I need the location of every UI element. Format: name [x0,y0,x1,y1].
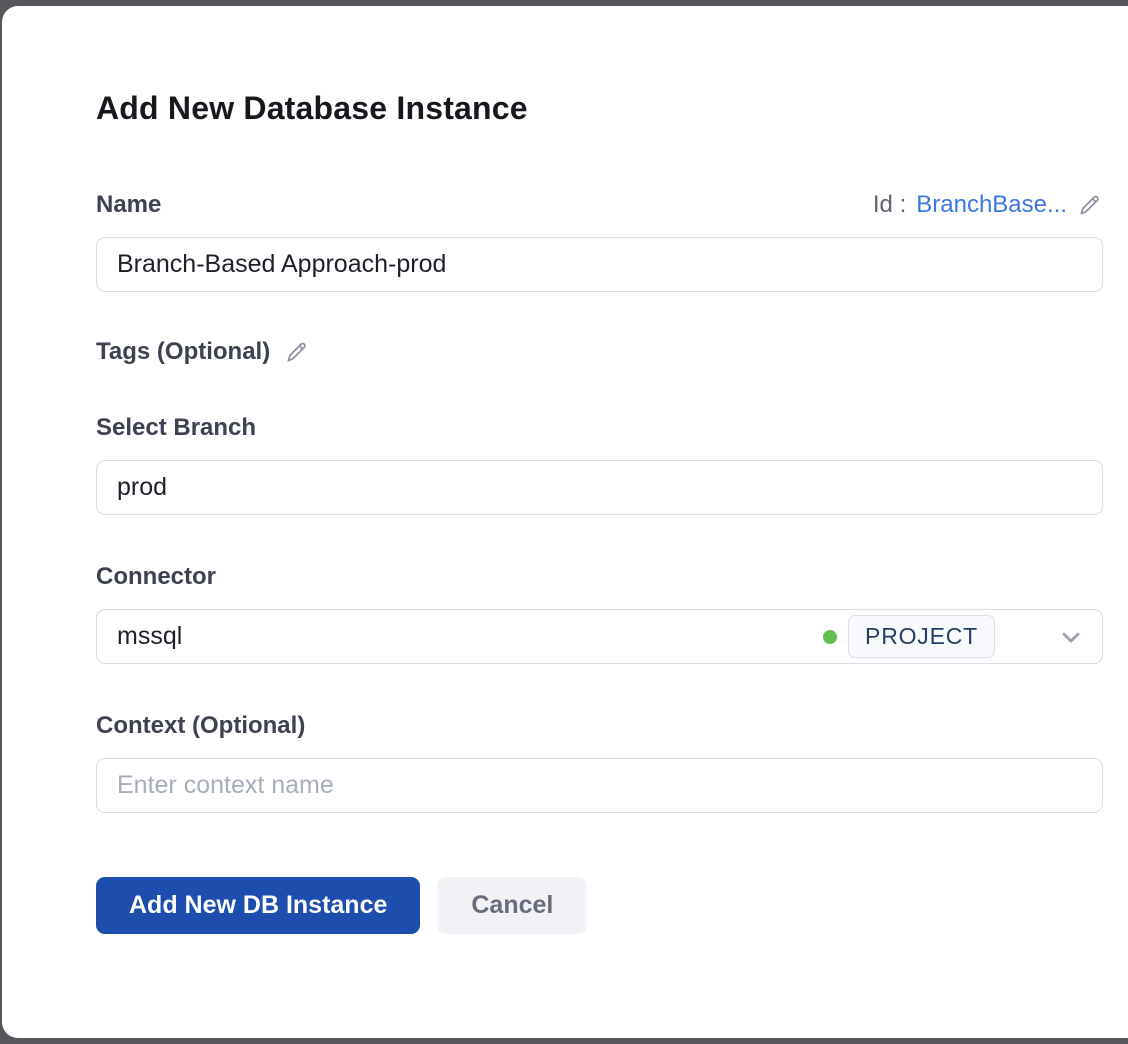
edit-tags-pencil-icon[interactable] [284,339,310,365]
connector-select[interactable]: PROJECT [96,609,1103,664]
branch-input[interactable] [96,460,1103,515]
modal-content: Add New Database Instance Name Id : Bran… [2,6,1128,1038]
add-db-instance-button[interactable]: Add New DB Instance [96,877,420,934]
add-db-instance-modal: Add New Database Instance Name Id : Bran… [2,6,1128,1038]
id-value-link[interactable]: BranchBase... [916,191,1067,219]
context-input[interactable] [96,758,1103,813]
project-scope-badge: PROJECT [848,615,995,658]
name-label-row: Name Id : BranchBase... [96,191,1103,219]
connector-label: Connector [96,563,1103,591]
select-branch-label: Select Branch [96,414,1103,442]
tags-label: Tags (Optional) [96,338,270,366]
name-input[interactable] [96,237,1103,292]
modal-actions: Add New DB Instance Cancel [96,877,1103,934]
cancel-button[interactable]: Cancel [437,877,587,934]
connector-overlay: PROJECT [823,609,1085,664]
tags-label-row: Tags (Optional) [96,338,1103,366]
context-label: Context (Optional) [96,712,1103,740]
edit-id-pencil-icon[interactable] [1077,192,1103,218]
id-prefix-label: Id : [873,191,906,219]
modal-title: Add New Database Instance [96,90,1103,127]
instance-id-row: Id : BranchBase... [873,191,1103,219]
chevron-down-icon[interactable] [1057,623,1085,651]
name-label: Name [96,191,161,219]
connector-status-dot [823,630,837,644]
